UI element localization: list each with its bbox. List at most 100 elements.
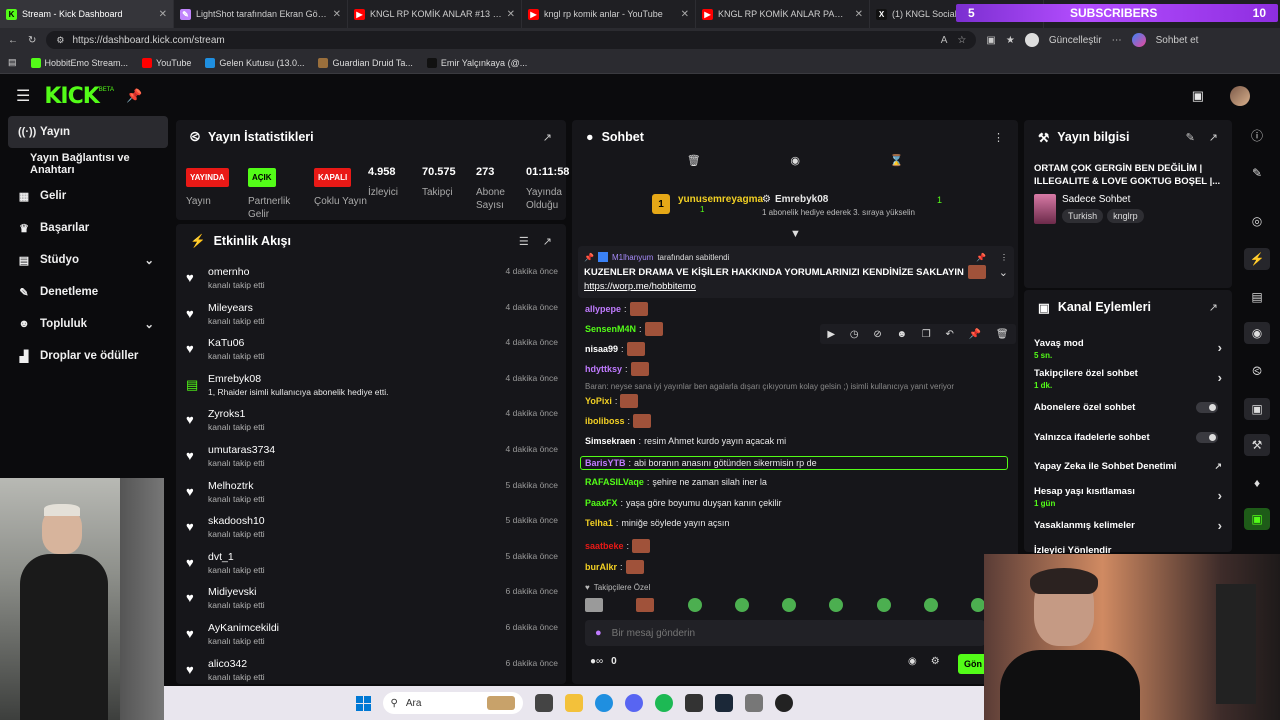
copy-icon[interactable]: ❐ (922, 329, 931, 340)
gift-user-name[interactable]: Emrebyk08 (775, 194, 828, 205)
feed-username[interactable]: KaTu06 (208, 337, 244, 349)
pinned-link[interactable]: https://worp.me/hobbitemo (584, 281, 1008, 292)
chat-username[interactable]: hdyttksy (585, 364, 622, 374)
chevron-down-icon[interactable]: ⌄ (999, 266, 1008, 279)
browser-tab[interactable]: K Stream - Kick Dashboard ✕ (0, 0, 174, 28)
favorites-icon[interactable]: ★ (1006, 35, 1015, 46)
sidebar-item[interactable]: ((·)) Yayın (8, 116, 168, 148)
browser-tab[interactable]: ▶ KNGL RP KOMİK ANLAR #13 - You ✕ (348, 0, 522, 28)
reply-icon[interactable]: ↶ (946, 329, 954, 340)
chat-username[interactable]: BarisYTB (585, 458, 626, 468)
more-icon[interactable]: ⋯ (1112, 35, 1122, 46)
tag-chip[interactable]: Turkish (1062, 209, 1104, 223)
settings-icon[interactable]: ⚙ (931, 656, 940, 667)
toggle-switch[interactable] (1196, 432, 1218, 443)
document-icon[interactable]: ▤ (1244, 286, 1270, 308)
channel-action[interactable]: Hesap yaşı kısıtlaması 1 gün › (1034, 486, 1222, 508)
settings-app-icon[interactable] (744, 694, 763, 712)
sidebar-item[interactable]: ✎ Denetleme (0, 276, 172, 308)
target-icon[interactable]: ◎ (1244, 210, 1270, 232)
speech-icon[interactable]: ◉ (790, 154, 800, 167)
chat-username[interactable]: iboliboss (585, 416, 625, 426)
feed-username[interactable]: skadoosh10 (208, 515, 265, 527)
close-tab-icon[interactable]: ✕ (333, 9, 341, 20)
microphone-icon[interactable]: ● (595, 627, 602, 639)
feed-username[interactable]: AyKanimcekildi (208, 622, 279, 634)
feed-username[interactable]: dvt_1 (208, 551, 234, 563)
file-explorer-icon[interactable] (564, 694, 583, 712)
ban-icon[interactable]: ⊘ (873, 329, 881, 340)
green-app-icon[interactable]: ▣ (1244, 508, 1270, 530)
timeout-icon[interactable]: ◷ (850, 329, 859, 340)
pin-icon[interactable]: 📌 (126, 88, 142, 104)
menu-icon[interactable]: ☰ (16, 86, 30, 106)
edge-icon[interactable] (594, 694, 613, 712)
top-gifter-name[interactable]: yunusemreyagma (678, 194, 763, 205)
send-button[interactable]: Gön (958, 654, 984, 674)
pin-message-icon[interactable]: 📌 (969, 329, 981, 340)
close-tab-icon[interactable]: ✕ (855, 9, 863, 20)
spotify-icon[interactable] (654, 694, 673, 712)
user-icon[interactable]: ☻ (897, 329, 908, 340)
sidebar-item[interactable]: ♛ Başarılar (0, 212, 172, 244)
kick-logo[interactable]: KICK (44, 84, 99, 109)
popout-icon[interactable]: ↗ (1209, 301, 1218, 314)
browser-tab[interactable]: ▶ KNGL RP KOMİK ANLAR PART #2 ✕ (696, 0, 870, 28)
obs-icon[interactable] (684, 694, 703, 712)
user-avatar[interactable] (1230, 86, 1250, 106)
feed-username[interactable]: Zyroks1 (208, 408, 245, 420)
category-name[interactable]: Sadece Sohbet (1062, 194, 1144, 205)
emote[interactable] (585, 598, 603, 612)
hourglass-icon[interactable]: ⌛ (889, 154, 903, 167)
bookmark-item[interactable]: Guardian Druid Ta... (318, 57, 413, 68)
popout-icon[interactable]: ↗ (543, 235, 552, 248)
emote[interactable] (876, 598, 891, 612)
chat-username[interactable]: allypepe (585, 304, 621, 314)
emote[interactable] (636, 598, 655, 612)
sidebar-item[interactable]: ▤ Stüdyo ⌄ (0, 244, 172, 276)
profile-icon[interactable] (1024, 33, 1039, 47)
chat-bubble-icon[interactable]: ◉ (908, 656, 917, 667)
pen-icon[interactable]: ✎ (1244, 162, 1270, 184)
filter-icon[interactable]: ☰ (519, 235, 529, 248)
toggle-switch[interactable] (1196, 402, 1218, 413)
read-aloud-icon[interactable]: A (941, 35, 948, 46)
chat-username[interactable]: saatbeke (585, 541, 624, 551)
chat-username[interactable]: Telha1 (585, 518, 613, 528)
pinned-by[interactable]: M1lhanyum (612, 253, 653, 262)
windows-start-icon[interactable] (355, 695, 371, 711)
chat-username[interactable]: Simsekraen (585, 436, 636, 446)
taskbar-search[interactable]: ⚲ Ara (382, 692, 523, 714)
sidebar-item[interactable]: ☻ Topluluk ⌄ (0, 308, 172, 340)
camera-icon[interactable]: ▣ (1244, 398, 1270, 420)
feed-username[interactable]: Mileyears (208, 302, 253, 314)
play-icon[interactable]: ▶ (827, 329, 835, 340)
bookmark-item[interactable]: Gelen Kutusu (13.0... (205, 57, 304, 68)
tag-chip[interactable]: knglrp (1107, 209, 1144, 223)
chat-icon[interactable]: ◉ (1244, 322, 1270, 344)
close-tab-icon[interactable]: ✕ (159, 9, 167, 20)
popout-icon[interactable]: ↗ (1209, 131, 1218, 144)
emote[interactable] (829, 598, 844, 612)
chat-input[interactable] (611, 627, 952, 639)
site-info-icon[interactable]: ⚙ (56, 35, 64, 46)
trash-icon[interactable]: 🗑 (687, 154, 701, 167)
feed-username[interactable]: umutaras3734 (208, 444, 275, 456)
favorite-icon[interactable]: ☆ (957, 35, 966, 46)
emote[interactable] (923, 598, 938, 612)
viewers-icon[interactable]: ●∞ (590, 656, 603, 667)
feed-username[interactable]: omernho (208, 266, 249, 278)
bookmarks-menu-icon[interactable]: ▤ (8, 57, 17, 68)
channel-action[interactable]: Yapay Zeka ile Sohbet Denetimi ↗ (1034, 461, 1222, 477)
wrench-icon[interactable]: ⚒ (1244, 434, 1270, 456)
channel-action[interactable]: Takipçilere özel sohbet 1 dk. › (1034, 368, 1222, 390)
chat-username[interactable]: PaaxFX (585, 498, 618, 508)
channel-action[interactable]: Yasaklanmış kelimeler › (1034, 518, 1222, 536)
channel-action[interactable]: Abonelere özel sohbet (1034, 402, 1222, 418)
extensions-icon[interactable]: ▣ (986, 35, 995, 46)
url-field[interactable]: ⚙ https://dashboard.kick.com/stream A ☆ (46, 31, 977, 49)
close-tab-icon[interactable]: ✕ (507, 9, 515, 20)
chat-button[interactable]: Sohbet et (1156, 35, 1199, 46)
emote[interactable] (782, 598, 796, 612)
broadcast-icon[interactable]: ⧀ (1244, 360, 1270, 382)
